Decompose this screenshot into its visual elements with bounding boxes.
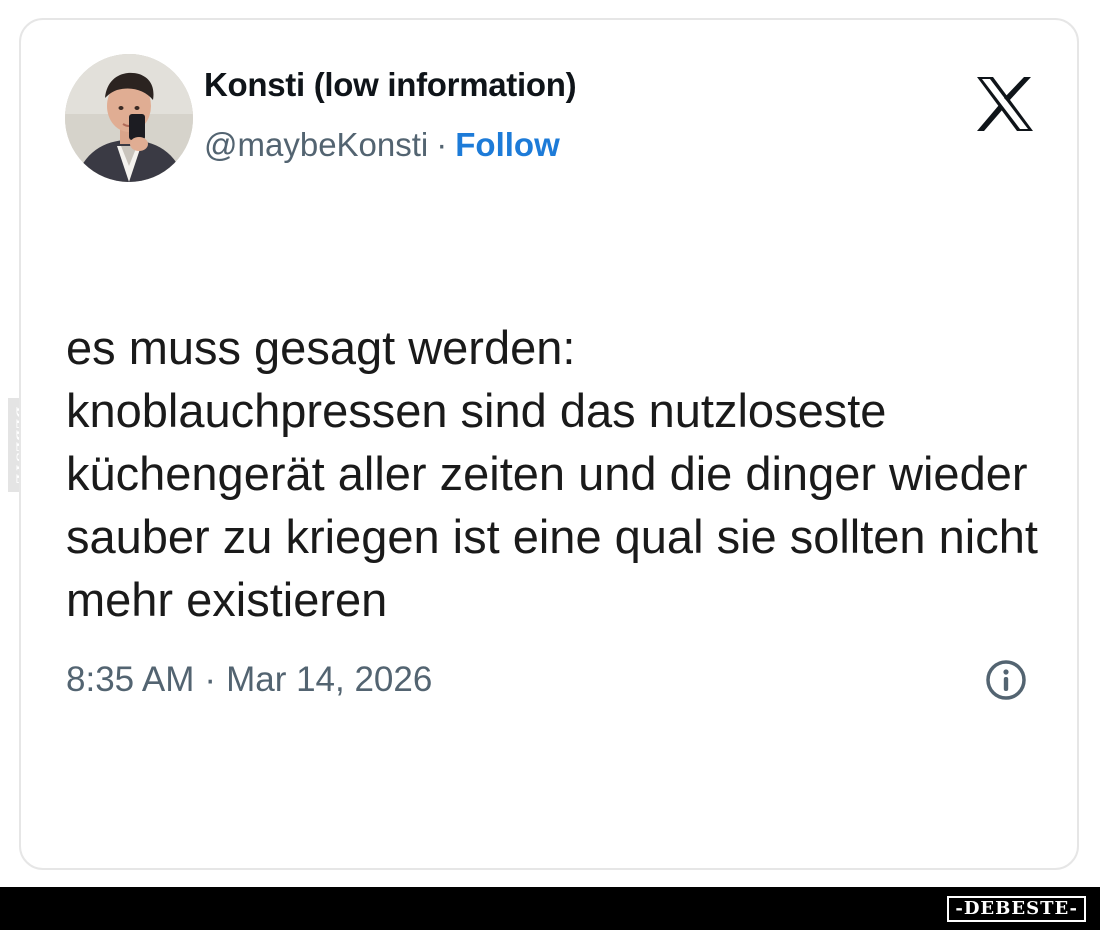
page: DEBESTE Konsti (low information) @	[0, 0, 1100, 930]
tweet-text: es muss gesagt werden: knoblauchpressen …	[66, 321, 1038, 626]
x-logo-icon[interactable]	[975, 75, 1035, 133]
timestamp-separator: ·	[204, 660, 217, 699]
avatar[interactable]	[65, 54, 193, 182]
tweet-date: Mar 14, 2026	[226, 660, 433, 699]
tweet-card: Konsti (low information) @maybeKonsti · Fo…	[19, 18, 1079, 870]
author-handle[interactable]: @maybeKonsti	[204, 126, 428, 163]
info-icon[interactable]	[984, 658, 1028, 702]
tweet-timestamp[interactable]: 8:35 AM · Mar 14, 2026	[66, 660, 432, 700]
tweet-time: 8:35 AM	[66, 660, 195, 699]
follow-button[interactable]: Follow	[455, 126, 559, 163]
bottom-bar: -DEBESTE-	[0, 887, 1100, 930]
author-meta-row: @maybeKonsti · Follow	[204, 126, 560, 164]
meta-separator: ·	[436, 126, 448, 163]
brand-badge: -DEBESTE-	[947, 896, 1086, 922]
avatar-photo	[65, 54, 193, 182]
author-name[interactable]: Konsti (low information)	[204, 66, 577, 104]
